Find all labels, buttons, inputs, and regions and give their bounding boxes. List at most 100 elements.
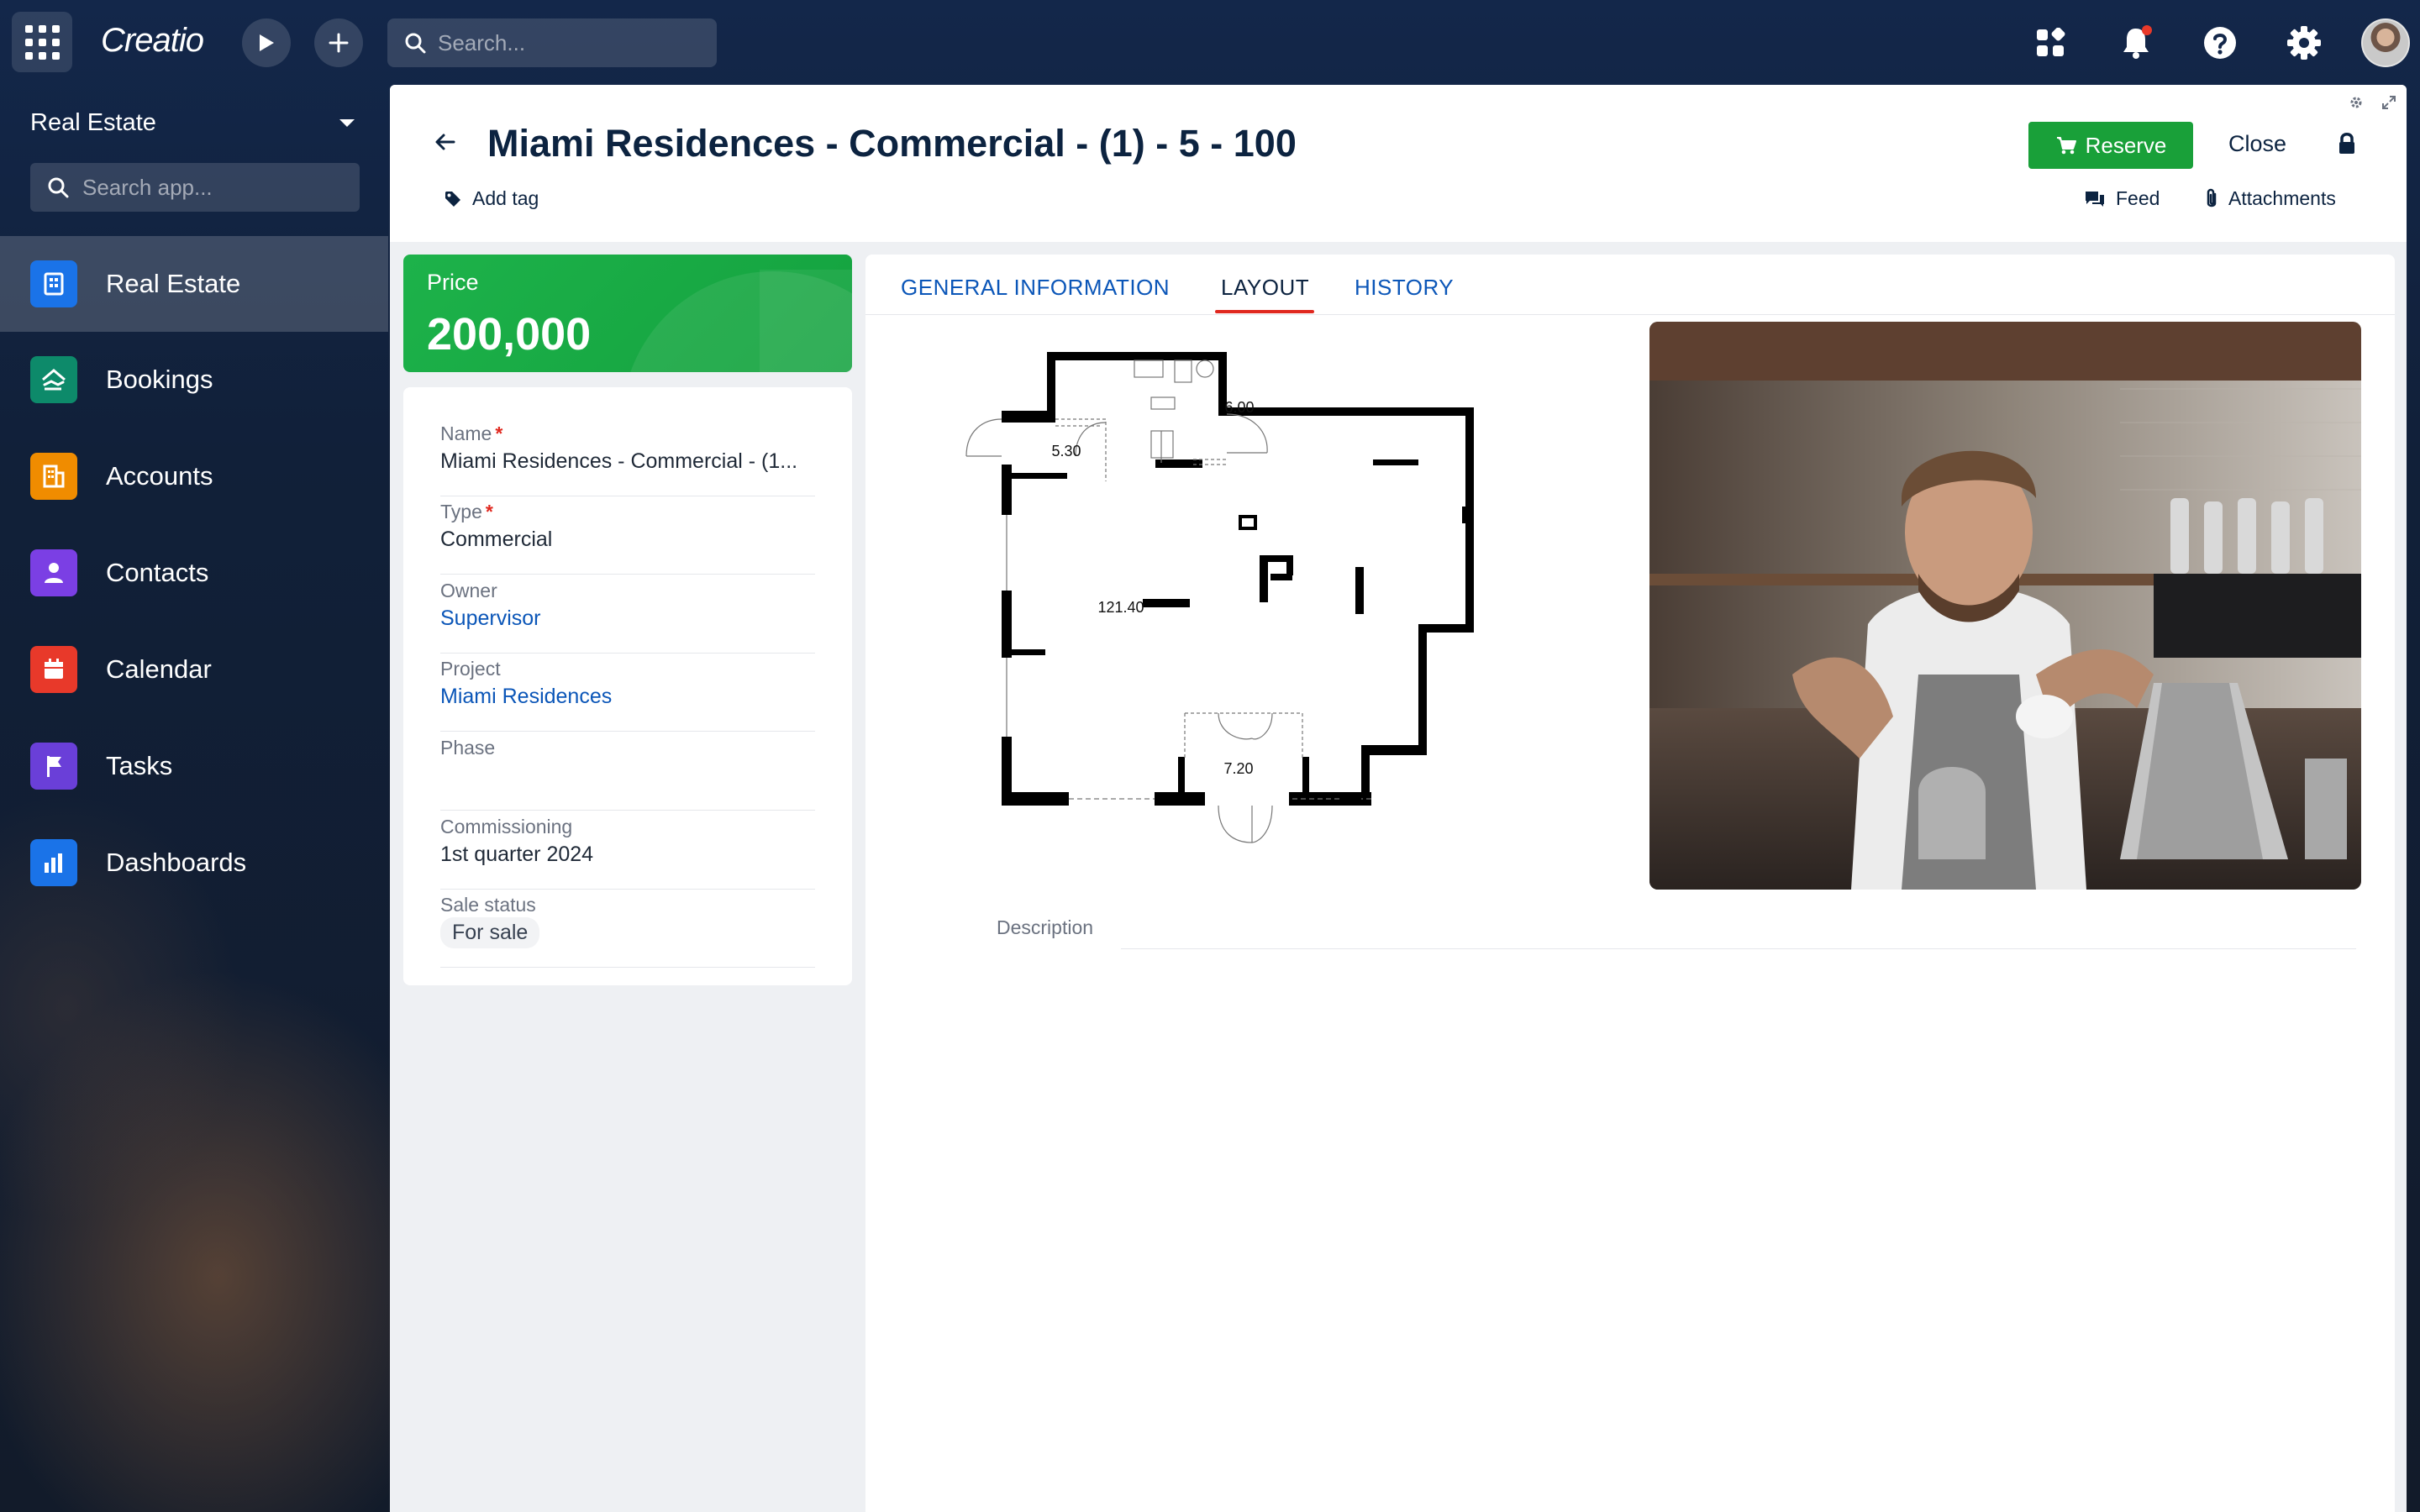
lock-icon[interactable]: [2337, 132, 2357, 155]
tag-icon: [445, 191, 460, 207]
global-search-input[interactable]: Search...: [387, 18, 717, 67]
description-field[interactable]: [1121, 948, 2356, 949]
sidebar-item-tasks[interactable]: Tasks: [0, 718, 388, 814]
bell-icon: [2123, 25, 2152, 59]
flag-icon: [30, 743, 77, 790]
tab-layout[interactable]: LAYOUT: [1221, 275, 1309, 301]
attachments-button[interactable]: Attachments: [2205, 187, 2336, 210]
floor-plan: 5.30 6.00 121.40 7.20: [941, 339, 1563, 859]
record-header: Miami Residences - Commercial - (1) - 5 …: [390, 85, 2407, 242]
commissioning-field[interactable]: Commissioning 1st quarter 2024: [440, 816, 815, 890]
room-area-label: 7.20: [1223, 760, 1253, 777]
gear-icon: [2287, 26, 2321, 60]
field-label: Owner: [440, 580, 497, 601]
property-photo[interactable]: [1649, 322, 2361, 890]
notifications-button[interactable]: [2113, 20, 2159, 66]
sidebar-item-contacts[interactable]: Contacts: [0, 525, 388, 621]
owner-link[interactable]: Supervisor: [440, 606, 541, 631]
add-tag-button[interactable]: Add tag: [444, 187, 539, 210]
sidebar-item-label: Tasks: [106, 751, 173, 780]
field-label: Sale status: [440, 894, 536, 916]
workspace-selector[interactable]: Real Estate: [30, 109, 156, 137]
top-bar: Creatio Search...: [0, 0, 2420, 84]
person-icon: [30, 549, 77, 596]
field-label: Type *: [440, 501, 493, 522]
field-label: Project: [440, 658, 501, 680]
plus-icon: [329, 33, 349, 53]
sidebar-item-real-estate[interactable]: Real Estate: [0, 236, 388, 332]
sidebar-item-label: Bookings: [106, 365, 213, 394]
decorative-shape: [760, 270, 852, 372]
building-icon: [30, 260, 77, 307]
attachments-label: Attachments: [2228, 187, 2336, 209]
barista-photo-image: [1649, 322, 2361, 890]
feed-button[interactable]: Feed: [2084, 187, 2160, 210]
description-label: Description: [997, 916, 1094, 938]
record-page: Miami Residences - Commercial - (1) - 5 …: [390, 85, 2407, 1512]
name-field[interactable]: Name * Miami Residences - Commercial - (1…: [440, 423, 815, 496]
creatio-logo: Creatio: [101, 22, 204, 59]
room-area-label: 121.40: [1097, 599, 1144, 616]
sidebar: Real Estate Search app... Real Estate Bo…: [0, 84, 388, 1512]
help-button[interactable]: [2197, 20, 2243, 66]
type-value[interactable]: Commercial: [440, 528, 552, 552]
caret-down-icon[interactable]: [339, 119, 355, 127]
calendar-icon: [30, 646, 77, 693]
sidebar-item-label: Real Estate: [106, 269, 241, 298]
sidebar-item-accounts[interactable]: Accounts: [0, 428, 388, 524]
project-field[interactable]: Project Miami Residences: [440, 658, 815, 732]
owner-field[interactable]: Owner Supervisor: [440, 580, 815, 654]
room-area-label: 6.00: [1224, 399, 1254, 416]
help-icon: [2204, 27, 2236, 59]
bar-chart-icon: [30, 839, 77, 886]
tab-general-information[interactable]: GENERAL INFORMATION: [901, 275, 1170, 301]
sale-status-chip[interactable]: For sale: [440, 917, 540, 948]
sidebar-item-label: Dashboards: [106, 848, 247, 877]
handshake-icon: [30, 356, 77, 403]
sidebar-item-dashboards[interactable]: Dashboards: [0, 815, 388, 911]
play-icon: [260, 34, 274, 51]
page-title: Miami Residences - Commercial - (1) - 5 …: [487, 122, 1297, 165]
tabs-card: GENERAL INFORMATION LAYOUT HISTORY 5.30 …: [865, 255, 2395, 1512]
reserve-label: Reserve: [2085, 132, 2167, 158]
app-search-input[interactable]: Search app...: [30, 163, 360, 212]
sidebar-item-calendar[interactable]: Calendar: [0, 622, 388, 717]
tab-history[interactable]: HISTORY: [1355, 275, 1454, 301]
expand-icon[interactable]: [2381, 95, 2396, 110]
active-tab-indicator: [1215, 310, 1314, 313]
search-icon: [48, 177, 69, 198]
app-launcher-button[interactable]: [12, 12, 72, 72]
commissioning-value[interactable]: 1st quarter 2024: [440, 843, 593, 867]
global-search-placeholder: Search...: [438, 29, 526, 55]
chat-icon: [2086, 191, 2104, 207]
close-button[interactable]: Close: [2228, 131, 2286, 157]
type-field[interactable]: Type * Commercial: [440, 501, 815, 575]
room-area-label: 5.30: [1051, 443, 1081, 459]
sidebar-item-label: Accounts: [106, 461, 213, 491]
name-value[interactable]: Miami Residences - Commercial - (1...: [440, 449, 797, 474]
field-label: Name *: [440, 423, 503, 444]
apps-grid-icon: [2037, 28, 2065, 56]
tab-bar: GENERAL INFORMATION LAYOUT HISTORY: [865, 255, 2395, 315]
project-link[interactable]: Miami Residences: [440, 685, 612, 709]
grid-dots-icon: [24, 24, 60, 60]
create-button[interactable]: [314, 18, 363, 67]
sidebar-item-label: Contacts: [106, 558, 209, 587]
paperclip-icon: [2207, 188, 2217, 207]
settings-button[interactable]: [2281, 20, 2327, 66]
reserve-button[interactable]: Reserve: [2028, 122, 2193, 169]
fields-card: Name * Miami Residences - Commercial - (1…: [403, 387, 852, 985]
sale-status-field[interactable]: Sale status For sale: [440, 894, 815, 968]
apps-grid-button[interactable]: [2028, 20, 2073, 66]
office-icon: [30, 453, 77, 500]
price-label: Price: [427, 270, 479, 295]
sidebar-item-bookings[interactable]: Bookings: [0, 332, 388, 428]
feed-label: Feed: [2116, 187, 2160, 209]
back-arrow-icon[interactable]: [434, 130, 457, 154]
price-value: 200,000: [427, 309, 592, 360]
run-process-button[interactable]: [242, 18, 291, 67]
user-avatar[interactable]: [2361, 18, 2410, 67]
phase-field[interactable]: Phase: [440, 737, 815, 811]
cart-icon: [2056, 137, 2076, 155]
gear-icon[interactable]: [2349, 95, 2364, 110]
